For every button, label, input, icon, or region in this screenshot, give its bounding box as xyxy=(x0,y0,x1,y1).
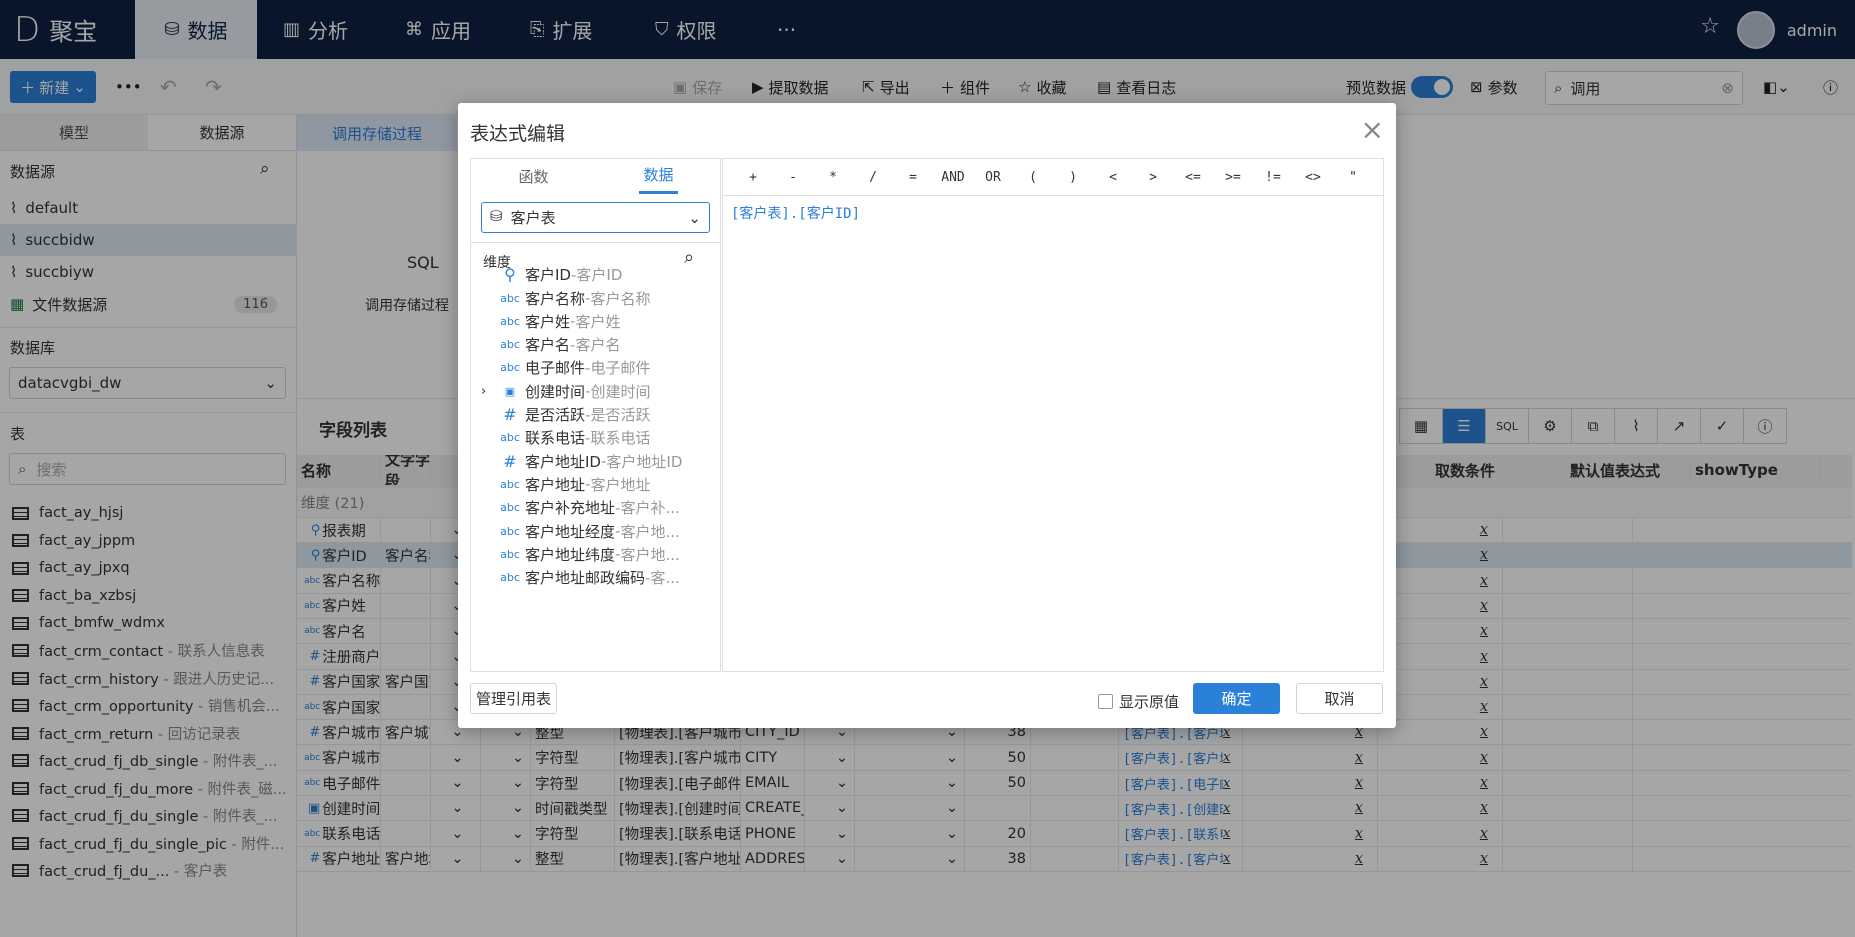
field-name: 客户姓 xyxy=(525,312,571,331)
field-alias: 电子邮件 xyxy=(590,359,651,378)
field-type-icon: abc xyxy=(500,501,520,515)
field-type-icon: abc xyxy=(500,431,520,445)
field-panel: 函数 数据 ⛁ 客户表 ⌄ 维度 ⌕ ⚲ 客户ID - 客户ID abc 客户名称 - 客… xyxy=(470,158,721,672)
field-alias: 客户ID xyxy=(576,266,623,285)
field-type-icon: # xyxy=(503,405,517,425)
field-type-icon: abc xyxy=(500,314,520,328)
field-name: 是否活跃 xyxy=(525,406,586,425)
operator-button[interactable]: AND xyxy=(933,170,973,185)
field-alias: 客户地... xyxy=(620,522,680,541)
field-type-icon: abc xyxy=(500,524,520,538)
database-icon: ⛁ xyxy=(490,207,503,225)
chevron-down-icon: ⌄ xyxy=(688,208,701,227)
divider xyxy=(471,242,720,243)
field-alias: 客户姓 xyxy=(575,312,621,331)
field-alias: 客... xyxy=(650,569,680,588)
operator-button[interactable]: >= xyxy=(1213,170,1253,185)
field-name: 客户地址纬度 xyxy=(525,545,616,564)
table-select[interactable]: ⛁ 客户表 ⌄ xyxy=(481,202,710,233)
operator-button[interactable]: ( xyxy=(1013,170,1053,185)
expand-chevron-icon[interactable]: › xyxy=(481,384,495,399)
tab-functions[interactable]: 函数 xyxy=(471,159,596,193)
field-alias: 客户补... xyxy=(620,499,680,518)
field-name: 客户ID xyxy=(525,266,571,285)
expression-dialog: 表达式编辑 × 函数 数据 ⛁ 客户表 ⌄ 维度 ⌕ ⚲ 客户ID - 客户ID abc… xyxy=(458,103,1396,728)
ok-button[interactable]: 确定 xyxy=(1193,683,1280,714)
field-alias: 客户地址 xyxy=(590,475,651,494)
field-name: 创建时间 xyxy=(525,382,586,401)
field-name: 客户名 xyxy=(525,336,571,355)
field-type-icon: ⚲ xyxy=(504,265,516,285)
field-type-icon: abc xyxy=(500,547,520,561)
tab-data[interactable]: 数据 xyxy=(596,158,721,194)
operator-button[interactable]: + xyxy=(733,170,773,185)
show-raw-label: 显示原值 xyxy=(1119,693,1180,711)
tab-label: 数据 xyxy=(639,158,678,194)
operator-button[interactable]: != xyxy=(1253,170,1293,185)
expression-panel: + - * / = AND OR() < > <= >= != <> " [客户表].[客户ID] xyxy=(722,158,1384,672)
checkbox[interactable] xyxy=(1098,694,1113,709)
manage-ref-button[interactable]: 管理引用表 xyxy=(470,683,557,714)
field-alias: 是否活跃 xyxy=(590,406,651,425)
field-item[interactable]: abc 客户地址邮政编码 - 客... xyxy=(471,564,721,592)
field-type-icon: abc xyxy=(500,571,520,585)
operator-button[interactable]: = xyxy=(893,170,933,185)
expression-editor[interactable]: [客户表].[客户ID] xyxy=(731,203,860,223)
field-type-icon: abc xyxy=(500,338,520,352)
operator-button[interactable]: ) xyxy=(1053,170,1093,185)
operator-bar: + - * / = AND OR() < > <= >= != <> " xyxy=(723,159,1383,196)
field-name: 客户名称 xyxy=(525,289,586,308)
table-value: 客户表 xyxy=(510,209,556,227)
field-alias: 客户地... xyxy=(620,545,680,564)
field-type-icon: abc xyxy=(500,361,520,375)
operator-button[interactable]: " xyxy=(1333,170,1373,185)
operator-button[interactable]: <= xyxy=(1173,170,1213,185)
operator-button[interactable]: OR xyxy=(973,170,1013,185)
field-name: 客户地址ID xyxy=(525,452,601,471)
operator-button[interactable]: <> xyxy=(1293,170,1333,185)
show-raw-checkbox[interactable]: 显示原值 xyxy=(1098,691,1179,712)
field-type-icon: # xyxy=(503,451,517,471)
operator-button[interactable]: > xyxy=(1133,170,1173,185)
field-type-icon: ▣ xyxy=(504,384,516,398)
field-alias: 客户名称 xyxy=(590,289,651,308)
field-name: 客户地址 xyxy=(525,475,586,494)
field-type-icon: abc xyxy=(500,291,520,305)
field-alias: 客户地址ID xyxy=(606,452,683,471)
field-name: 客户补充地址 xyxy=(525,499,616,518)
dialog-title: 表达式编辑 xyxy=(470,123,566,145)
field-alias: 联系电话 xyxy=(590,429,651,448)
operator-button[interactable]: * xyxy=(813,170,853,185)
operator-button[interactable]: < xyxy=(1093,170,1133,185)
tab-label: 函数 xyxy=(518,167,549,186)
close-icon[interactable]: × xyxy=(1361,113,1384,146)
field-alias: 创建时间 xyxy=(590,382,651,401)
operator-button[interactable]: - xyxy=(773,170,813,185)
operator-button[interactable]: / xyxy=(853,170,893,185)
field-type-icon: abc xyxy=(500,477,520,491)
field-alias: 客户名 xyxy=(575,336,621,355)
field-name: 电子邮件 xyxy=(525,359,586,378)
field-name: 联系电话 xyxy=(525,429,586,448)
field-name: 客户地址邮政编码 xyxy=(525,569,646,588)
cancel-button[interactable]: 取消 xyxy=(1296,683,1383,714)
field-name: 客户地址经度 xyxy=(525,522,616,541)
